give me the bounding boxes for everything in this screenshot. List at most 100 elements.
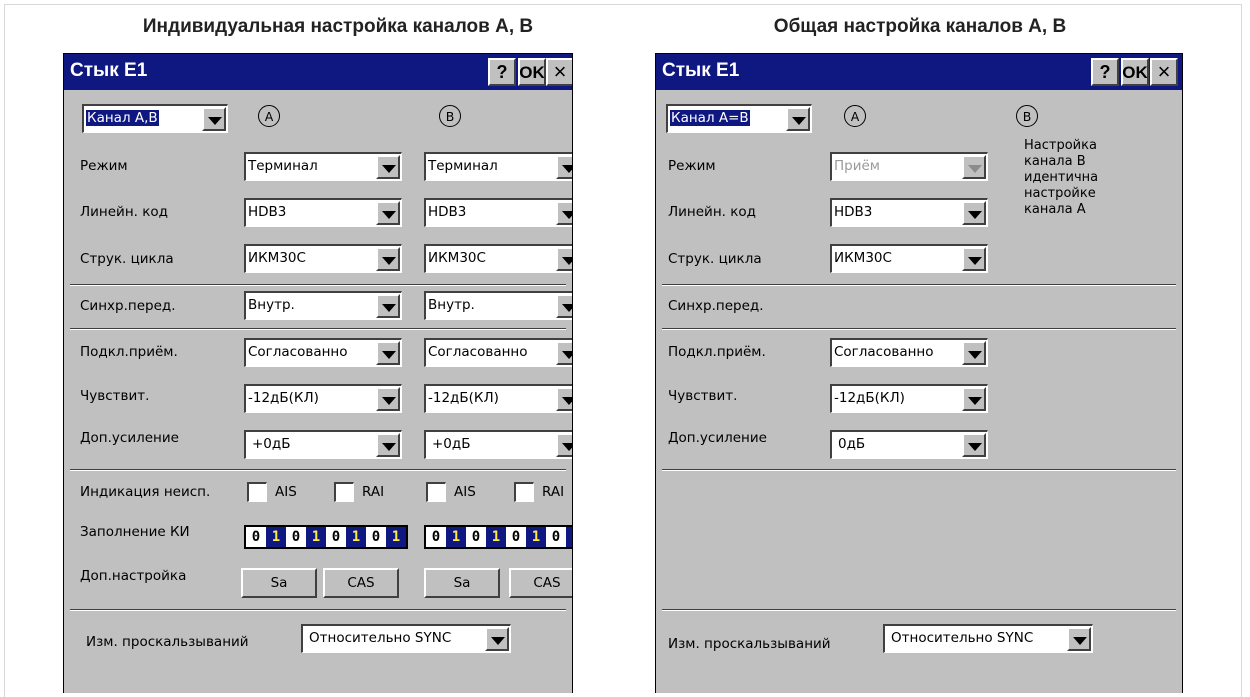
chevron-down-icon[interactable] (202, 107, 226, 131)
channel-b-rai-checkbox[interactable] (514, 482, 534, 502)
bit-cell[interactable]: 1 (446, 527, 466, 547)
divider (70, 328, 566, 330)
channel-b-sa-button[interactable]: Sa (424, 568, 500, 598)
chevron-down-icon[interactable] (1067, 627, 1091, 651)
bit-cell[interactable]: 0 (426, 527, 446, 547)
extra-gain-select[interactable]: 0дБ (830, 430, 988, 459)
slip-measure-select[interactable]: Относительно SYNC (883, 624, 1093, 653)
channel-b-frame-struct-select[interactable]: ИКМ30С (424, 244, 572, 273)
ok-button[interactable]: OK (1121, 58, 1149, 86)
rx-connect-select[interactable]: Согласованно (830, 338, 988, 367)
chevron-down-icon[interactable] (556, 155, 572, 179)
slip-measure-select[interactable]: Относительно SYNC (301, 624, 511, 653)
channel-select[interactable]: Канал А,В (82, 104, 228, 133)
bit-cell[interactable]: 0 (286, 527, 306, 547)
channel-b-mode-select[interactable]: Терминал (424, 152, 572, 181)
channel-b-extra-gain-select[interactable]: +0дБ (424, 430, 572, 459)
channel-a-line-code-select[interactable]: HDB3 (244, 198, 402, 227)
channel-b-cas-button[interactable]: CAS (509, 568, 572, 598)
channel-b-tx-sync-select[interactable]: Внутр. (424, 291, 572, 320)
tx-sync-label: Синхр.перед. (668, 298, 764, 314)
window-title: Стык E1 (70, 60, 148, 81)
close-button[interactable]: × (1150, 58, 1178, 86)
chevron-down-icon[interactable] (962, 433, 986, 457)
channel-b-rx-connect-select[interactable]: Согласованно (424, 338, 572, 367)
heading-individual: Индивидуальная настройка каналов A, B (142, 16, 534, 37)
divider (70, 284, 566, 286)
channel-a-sensitivity-select[interactable]: -12дБ(КЛ) (244, 384, 402, 413)
frame-struct-select[interactable]: ИКМ30С (830, 244, 988, 273)
channel-b-ts-fill-bits[interactable]: 0 1 0 1 0 1 0 1 (424, 525, 572, 549)
channel-a-ts-fill-bits[interactable]: 0 1 0 1 0 1 0 1 (244, 525, 408, 549)
help-button[interactable]: ? (1091, 58, 1119, 86)
channel-a-tx-sync-select[interactable]: Внутр. (244, 291, 402, 320)
channel-a-mode-select[interactable]: Терминал (244, 152, 402, 181)
bit-cell[interactable]: 0 (246, 527, 266, 547)
bit-cell[interactable]: 1 (486, 527, 506, 547)
bit-cell[interactable]: 0 (506, 527, 526, 547)
bit-cell[interactable]: 1 (526, 527, 546, 547)
slip-measure-label: Изм. проскальзываний (668, 636, 831, 652)
right-window: Стык E1 ? OK × Канал А=В A B Настройка к… (655, 53, 1183, 693)
bit-cell[interactable]: 1 (266, 527, 286, 547)
close-button[interactable]: × (546, 58, 572, 86)
chevron-down-icon[interactable] (376, 201, 400, 225)
channel-b-ais-checkbox[interactable] (426, 482, 446, 502)
channel-select[interactable]: Канал А=В (666, 104, 812, 133)
bit-cell[interactable]: 0 (366, 527, 386, 547)
channel-a-rai-checkbox[interactable] (334, 482, 354, 502)
titlebar: Стык E1 ? OK × (656, 54, 1182, 90)
chevron-down-icon[interactable] (962, 387, 986, 411)
bit-cell[interactable]: 1 (566, 527, 572, 547)
chevron-down-icon[interactable] (485, 627, 509, 651)
chevron-down-icon[interactable] (962, 201, 986, 225)
chevron-down-icon[interactable] (376, 341, 400, 365)
bit-cell[interactable]: 0 (546, 527, 566, 547)
chevron-down-icon[interactable] (376, 294, 400, 318)
chevron-down-icon[interactable] (962, 341, 986, 365)
chevron-down-icon[interactable] (786, 107, 810, 131)
channel-a-sa-button[interactable]: Sa (241, 568, 317, 598)
channel-a-frame-struct-select[interactable]: ИКМ30С (244, 244, 402, 273)
chevron-down-icon[interactable] (556, 387, 572, 411)
chevron-down-icon[interactable] (376, 155, 400, 179)
chevron-down-icon[interactable] (962, 247, 986, 271)
sensitivity-select[interactable]: -12дБ(КЛ) (830, 384, 988, 413)
chevron-down-icon[interactable] (556, 341, 572, 365)
ok-button[interactable]: OK (518, 58, 546, 86)
help-button[interactable]: ? (488, 58, 516, 86)
chevron-down-icon[interactable] (556, 247, 572, 271)
frame-struct-label: Струк. цикла (80, 251, 174, 267)
heading-common: Общая настройка каналов A, B (773, 16, 1067, 37)
chevron-down-icon[interactable] (376, 247, 400, 271)
extra-gain-label: Доп.усиление (668, 430, 767, 446)
channel-a-badge: A (844, 105, 866, 127)
chevron-down-icon[interactable] (376, 387, 400, 411)
channel-a-extra-gain-select[interactable]: +0дБ (244, 430, 402, 459)
chevron-down-icon[interactable] (556, 201, 572, 225)
channel-a-ais-checkbox[interactable] (247, 482, 267, 502)
channel-b-line-code-select[interactable]: HDB3 (424, 198, 572, 227)
bit-cell[interactable]: 0 (326, 527, 346, 547)
chevron-down-icon (962, 155, 986, 179)
bit-cell[interactable]: 1 (386, 527, 406, 547)
bit-cell[interactable]: 1 (346, 527, 366, 547)
window-title: Стык E1 (662, 60, 740, 81)
channel-b-badge: B (1016, 105, 1038, 127)
line-code-select[interactable]: HDB3 (830, 198, 988, 227)
bit-cell[interactable]: 0 (466, 527, 486, 547)
chevron-down-icon[interactable] (376, 433, 400, 457)
chevron-down-icon[interactable] (556, 433, 572, 457)
channel-a-rx-connect-select[interactable]: Согласованно (244, 338, 402, 367)
chevron-down-icon[interactable] (556, 294, 572, 318)
titlebar: Стык E1 ? OK × (64, 54, 572, 90)
bit-cell[interactable]: 1 (306, 527, 326, 547)
frame-struct-label: Струк. цикла (668, 251, 762, 267)
rx-connect-label: Подкл.приём. (80, 344, 178, 360)
channel-b-rai-label: RAI (542, 484, 565, 500)
sensitivity-label: Чувствит. (80, 388, 150, 404)
rx-connect-label: Подкл.приём. (668, 344, 766, 360)
channel-a-cas-button[interactable]: CAS (323, 568, 399, 598)
divider (662, 328, 1176, 330)
channel-b-sensitivity-select[interactable]: -12дБ(КЛ) (424, 384, 572, 413)
